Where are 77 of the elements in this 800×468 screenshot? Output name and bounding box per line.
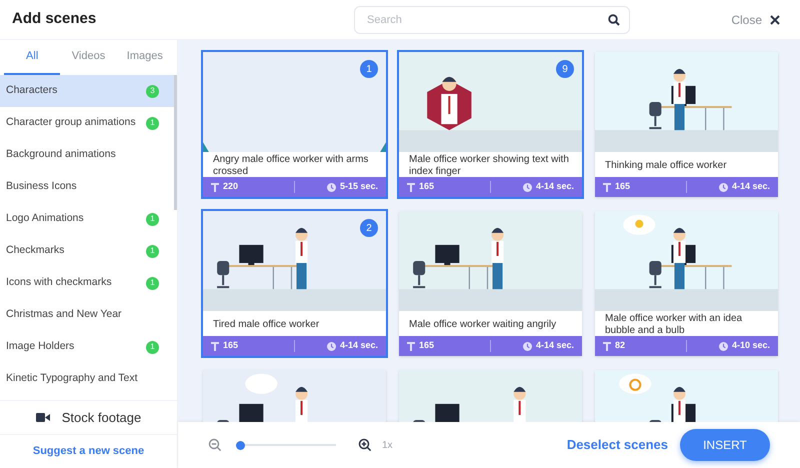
count-badge: 3 <box>146 84 159 98</box>
zoom-slider[interactable] <box>236 440 336 450</box>
scene-card[interactable]: Male office worker waiting angrily 165 4-14 sec. <box>399 211 582 356</box>
category-label: Characters <box>6 83 58 98</box>
count-badge: 1 <box>146 276 159 290</box>
category-item[interactable]: Business Icons <box>0 171 174 203</box>
clock-icon <box>522 342 532 350</box>
scene-card[interactable]: 1 Angry male office worker with arms crossed 220 5-15 sec. <box>203 52 386 197</box>
scene-title: Angry male office worker with arms crossed <box>212 152 370 177</box>
duration: 4-14 sec. <box>732 180 770 194</box>
scene-title: Tired male office worker <box>212 318 320 332</box>
clock-icon <box>718 342 728 350</box>
category-label: Character group animations <box>6 115 137 130</box>
scene-card[interactable]: Male office worker with an idea bubble and a bulb 82 4-10 sec. <box>595 211 778 356</box>
text-icon <box>603 182 611 192</box>
character-count: 220 <box>223 180 238 194</box>
category-item[interactable]: Kinetic Typography and Text <box>0 363 174 395</box>
category-label: Icons with checkmarks <box>6 275 113 290</box>
character-count: 165 <box>419 180 434 194</box>
zoom-in-icon[interactable] <box>358 438 372 452</box>
scene-card[interactable]: 2 Tired male office worker 165 4-14 sec. <box>203 211 386 356</box>
dialog-title: Add scenes <box>12 9 98 30</box>
duration: 4-14 sec. <box>536 180 574 194</box>
clock-icon <box>522 182 532 192</box>
category-label: Business Icons <box>6 179 78 194</box>
scene-title: Thinking male office worker <box>604 158 728 172</box>
category-item[interactable]: Christmas and New Year <box>0 299 174 331</box>
close-icon <box>770 14 780 24</box>
category-label: Checkmarks <box>6 243 66 258</box>
scrollbar[interactable] <box>174 75 177 210</box>
count-badge: 1 <box>146 212 159 226</box>
duration: 4-14 sec. <box>536 339 574 352</box>
category-item[interactable]: Character group animations 1 <box>0 107 174 139</box>
scene-card[interactable]: Thinking male office worker 165 4-14 sec. <box>595 52 778 197</box>
deselect-button[interactable]: Deselect scenes <box>566 435 668 455</box>
count-badge: 1 <box>146 244 159 258</box>
category-item[interactable]: Characters 3 <box>0 75 174 107</box>
slider-thumb[interactable] <box>236 440 245 450</box>
category-item[interactable]: Background animations <box>0 139 174 171</box>
clock-icon <box>718 182 728 192</box>
text-icon <box>407 342 415 350</box>
video-camera-icon <box>36 413 50 422</box>
character-count: 165 <box>223 339 238 352</box>
clock-icon <box>326 182 336 192</box>
zoom-level: 1x <box>382 438 393 452</box>
character-count: 165 <box>615 180 630 194</box>
category-label: Image Holders <box>6 339 76 354</box>
character-count: 165 <box>419 339 434 352</box>
category-item[interactable]: Logo Animations 1 <box>0 203 174 235</box>
character-count: 82 <box>615 339 626 352</box>
category-label: Logo Animations <box>6 211 85 226</box>
duration: 4-10 sec. <box>732 339 770 352</box>
duration: 4-14 sec. <box>340 339 378 352</box>
category-item[interactable]: Image Holders 1 <box>0 331 174 363</box>
category-item[interactable]: Checkmarks 1 <box>0 235 174 267</box>
category-item[interactable]: Icons with checkmarks 1 <box>0 267 174 299</box>
count-badge: 1 <box>146 340 159 354</box>
clock-icon <box>326 342 336 350</box>
duration: 5-15 sec. <box>340 180 378 194</box>
text-icon <box>211 182 219 192</box>
insert-button[interactable]: INSERT <box>680 429 770 461</box>
zoom-out-icon[interactable] <box>208 438 222 452</box>
stock-footage-button[interactable]: Stock footage <box>0 400 177 434</box>
scene-title: Male office worker with an idea bubble and a bulb <box>604 312 744 336</box>
search-field[interactable]: Search <box>354 6 630 34</box>
category-label: Christmas and New Year <box>6 307 123 322</box>
category-label: Kinetic Typography and Text <box>6 371 139 386</box>
count-badge: 1 <box>146 116 159 130</box>
text-icon <box>211 342 219 350</box>
text-icon <box>407 182 415 192</box>
category-label: Background animations <box>6 147 117 162</box>
text-icon <box>603 342 611 350</box>
scene-card[interactable]: 9 Male office worker showing text with index finger 165 4-14 sec. <box>399 52 582 197</box>
scene-title: Male office worker showing text with index finger <box>408 152 570 177</box>
search-icon <box>608 14 620 26</box>
suggest-link[interactable]: Suggest a new scene <box>0 434 177 468</box>
scene-title: Male office worker waiting angrily <box>408 318 558 332</box>
